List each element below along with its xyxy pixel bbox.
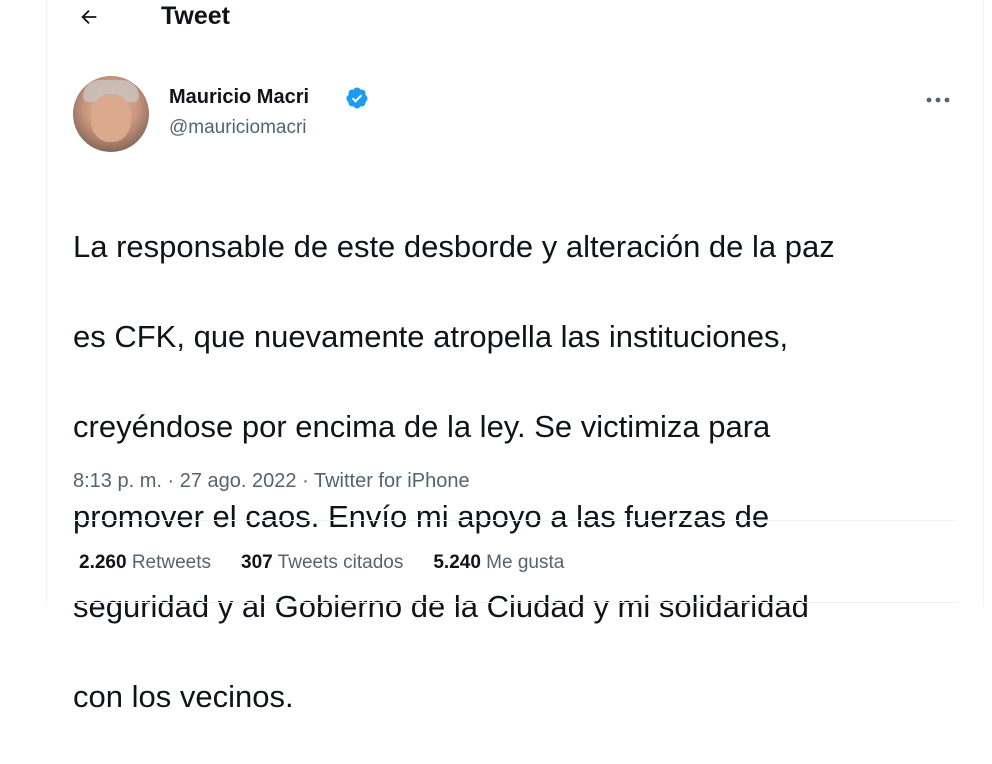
meta-separator: · — [302, 470, 309, 492]
verified-badge-icon — [346, 87, 368, 109]
author-name[interactable]: Mauricio Macri — [169, 86, 309, 109]
tweet-metadata: 8:13 p. m. · 27 ago. 2022 · Twitter for … — [73, 470, 470, 493]
tweet-text-line: creyéndose por encima de la ley. Se vict… — [73, 409, 771, 444]
author-handle[interactable]: @mauriciomacri — [169, 117, 307, 139]
avatar[interactable] — [73, 76, 149, 152]
more-dots-icon — [926, 97, 950, 103]
quote-tweets-label: Tweets citados — [277, 552, 404, 573]
retweets-label: Retweets — [131, 552, 212, 573]
tweet-stats: 2.260 Retweets 307 Tweets citados 5.240 … — [79, 552, 564, 574]
tweet-text-line: promover el caos. Envío mi apoyo a las f… — [73, 499, 770, 534]
arrow-left-icon — [81, 9, 97, 25]
divider — [73, 520, 957, 521]
divider — [73, 602, 957, 603]
back-button[interactable] — [75, 3, 103, 31]
tweet-text-line: con los vecinos. — [73, 679, 294, 714]
quote-tweets-count: 307 — [241, 552, 273, 573]
page-header: Tweet — [47, 0, 983, 40]
tweet-text-line: seguridad y al Gobierno de la Ciudad y m… — [73, 589, 809, 624]
tweet-time[interactable]: 8:13 p. m. — [73, 470, 162, 492]
tweet-text-line: La responsable de este desborde y altera… — [73, 229, 835, 264]
retweets-stat[interactable]: 2.260 Retweets — [79, 552, 211, 574]
tweet-source[interactable]: Twitter for iPhone — [314, 470, 470, 492]
likes-count: 5.240 — [433, 552, 481, 573]
more-options-button[interactable] — [923, 90, 953, 110]
page-title: Tweet — [161, 2, 230, 30]
likes-label: Me gusta — [486, 552, 565, 573]
retweets-count: 2.260 — [79, 552, 127, 573]
tweet-author: Mauricio Macri @mauriciomacri — [73, 76, 963, 156]
tweet-text-line: es CFK, que nuevamente atropella las ins… — [73, 319, 789, 354]
likes-stat[interactable]: 5.240 Me gusta — [433, 552, 564, 574]
tweet-date[interactable]: 27 ago. 2022 — [180, 470, 297, 492]
tweet-column: Tweet Mauricio Macri @mauriciomacri La r… — [46, 0, 984, 714]
quote-tweets-stat[interactable]: 307 Tweets citados — [241, 552, 403, 574]
